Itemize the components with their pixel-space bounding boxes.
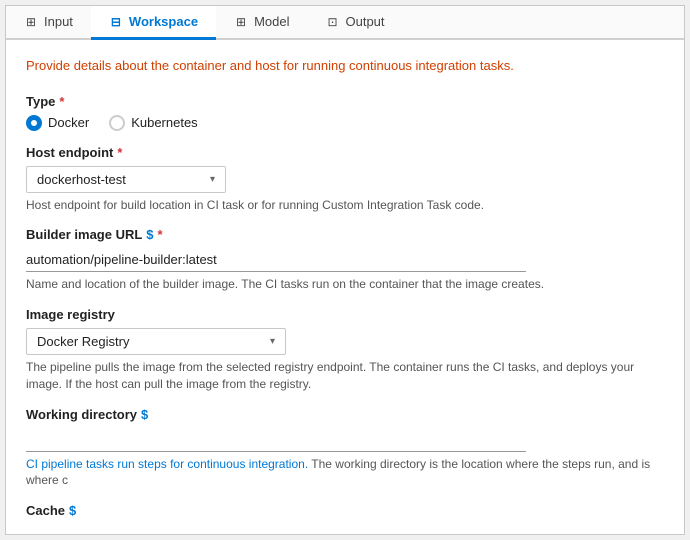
cache-dollar-icon: $ [69,503,76,518]
radio-kubernetes-circle [109,115,125,131]
tab-output-label: Output [345,14,384,29]
builder-image-dollar-icon: $ [146,227,153,242]
working-directory-label: Working directory $ [26,407,664,422]
host-endpoint-value: dockerhost-test [37,172,126,187]
cache-group: Cache $ + [26,503,664,534]
host-endpoint-group: Host endpoint * dockerhost-test ▾ Host e… [26,145,664,214]
host-endpoint-required: * [117,145,122,160]
image-registry-value: Docker Registry [37,334,129,349]
image-registry-dropdown[interactable]: Docker Registry ▾ [26,328,286,355]
tab-output[interactable]: ⊡ Output [307,6,402,40]
cache-label: Cache $ [26,503,664,518]
type-required: * [59,94,64,109]
builder-image-help: Name and location of the builder image. … [26,276,664,293]
working-directory-input[interactable] [26,428,526,452]
tab-input-label: Input [44,14,73,29]
page-description: Provide details about the container and … [26,56,664,76]
working-directory-dollar-icon: $ [141,407,148,422]
main-window: ⊞ Input ⊟ Workspace ⊞ Model ⊡ Output Pro… [5,5,685,535]
radio-docker-circle [26,115,42,131]
host-endpoint-dropdown[interactable]: dockerhost-test ▾ [26,166,226,193]
radio-kubernetes[interactable]: Kubernetes [109,115,198,131]
host-endpoint-help: Host endpoint for build location in CI t… [26,197,664,214]
radio-docker[interactable]: Docker [26,115,89,131]
builder-image-url-input[interactable] [26,248,526,272]
builder-image-url-group: Builder image URL $ * Name and location … [26,227,664,293]
tab-input[interactable]: ⊞ Input [6,6,91,40]
working-directory-group: Working directory $ CI pipeline tasks ru… [26,407,664,490]
description-text: Provide details about the container and … [26,58,514,73]
type-radio-group: Docker Kubernetes [26,115,664,131]
tab-model-label: Model [254,14,289,29]
image-registry-help: The pipeline pulls the image from the se… [26,359,664,393]
tab-workspace-label: Workspace [129,14,198,29]
host-endpoint-chevron-icon: ▾ [210,174,215,185]
builder-image-required: * [158,227,163,242]
tab-bar: ⊞ Input ⊟ Workspace ⊞ Model ⊡ Output [6,6,684,40]
output-tab-icon: ⊡ [325,15,339,29]
input-tab-icon: ⊞ [24,15,38,29]
image-registry-label: Image registry [26,307,664,322]
builder-image-url-label: Builder image URL $ * [26,227,664,242]
working-directory-help: CI pipeline tasks run steps for continuo… [26,456,664,490]
content-area: Provide details about the container and … [6,40,684,534]
radio-docker-label: Docker [48,115,89,130]
tab-workspace[interactable]: ⊟ Workspace [91,6,216,40]
cache-input[interactable] [26,524,526,534]
type-label: Type * [26,94,664,109]
model-tab-icon: ⊞ [234,15,248,29]
image-registry-chevron-icon: ▾ [270,336,275,347]
type-field-group: Type * Docker Kubernetes [26,94,664,131]
tab-model[interactable]: ⊞ Model [216,6,307,40]
radio-kubernetes-label: Kubernetes [131,115,198,130]
workspace-tab-icon: ⊟ [109,15,123,29]
host-endpoint-label: Host endpoint * [26,145,664,160]
image-registry-group: Image registry Docker Registry ▾ The pip… [26,307,664,393]
